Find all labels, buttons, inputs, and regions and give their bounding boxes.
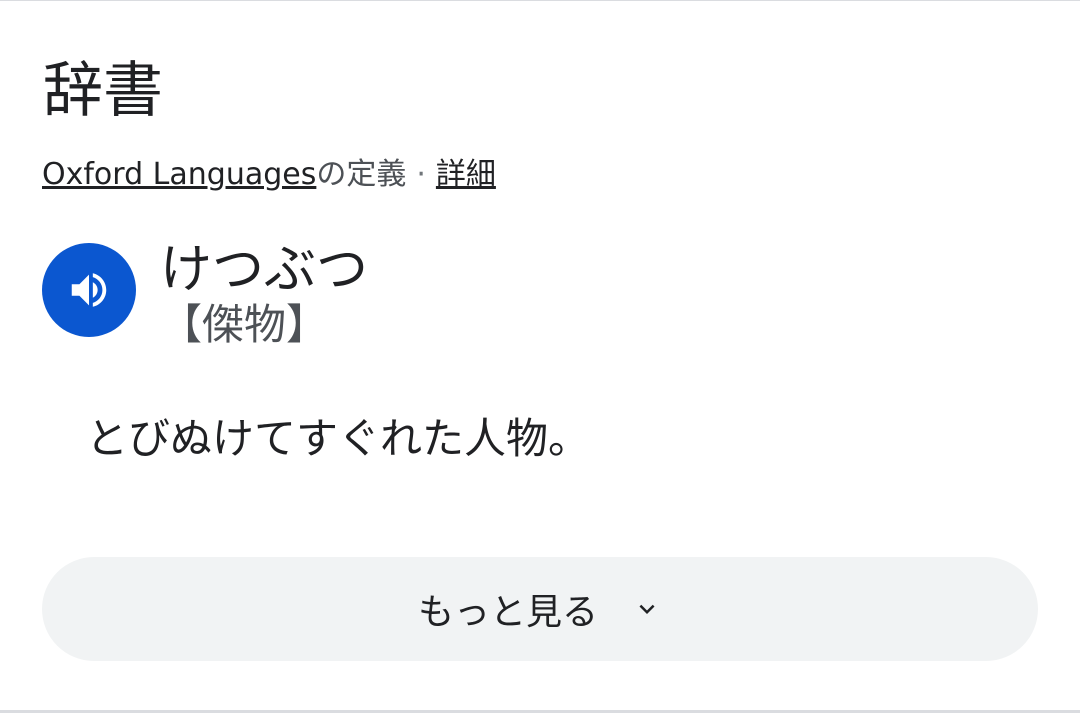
source-attribution: Oxford Languagesの定義 · 詳細 (42, 155, 496, 195)
separator: · (416, 157, 426, 192)
section-title: 辞書 (43, 56, 163, 126)
show-more-label: もっと見る (417, 592, 598, 633)
source-suffix: の定義 (316, 157, 407, 192)
headword-reading: けつぶつ (160, 240, 369, 300)
chevron-down-icon (632, 594, 662, 624)
volume-up-icon (66, 267, 112, 313)
show-more-button[interactable]: もっと見る (42, 557, 1038, 661)
headword-kanji: 【傑物】 (160, 300, 329, 349)
pronunciation-button[interactable] (42, 243, 136, 337)
details-link[interactable]: 詳細 (436, 157, 496, 192)
dictionary-card: 辞書 Oxford Languagesの定義 · 詳細 けつぶつ 【傑物】 とびぬけ… (0, 0, 1080, 713)
oxford-languages-link[interactable]: Oxford Languages (42, 157, 316, 192)
definition-text: とびぬけてすぐれた人物。 (86, 414, 591, 463)
